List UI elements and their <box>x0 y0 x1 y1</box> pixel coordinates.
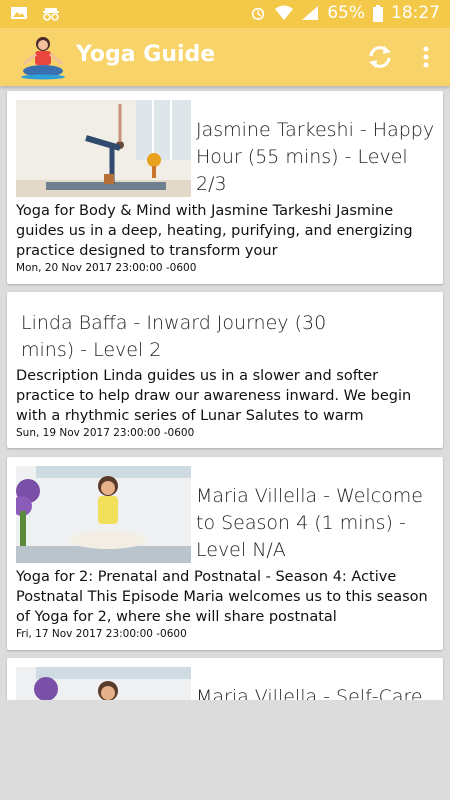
item-title[interactable]: Maria Villella - Welcome to Season 4 (1 … <box>196 483 436 564</box>
video-thumbnail[interactable] <box>16 100 191 197</box>
app-title: Yoga Guide <box>76 42 216 67</box>
list-item[interactable]: Linda Baffa - Inward Journey (30 mins) -… <box>7 292 443 448</box>
item-date: Sun, 19 Nov 2017 23:00:00 -0600 <box>16 427 195 439</box>
app-bar: Yoga Guide <box>0 28 450 86</box>
item-title[interactable]: Linda Baffa - Inward Journey (30 mins) -… <box>21 310 341 364</box>
item-date: Mon, 20 Nov 2017 23:00:00 -0600 <box>16 262 197 274</box>
yoga-logo-icon <box>21 37 65 80</box>
video-thumbnail[interactable] <box>16 466 191 563</box>
wifi-icon <box>275 5 294 20</box>
list-item[interactable]: Jasmine Tarkeshi - Happy Hour (55 mins) … <box>7 91 443 284</box>
video-thumbnail[interactable] <box>16 667 191 700</box>
battery-icon <box>373 4 383 22</box>
item-description: Yoga for Body & Mind with Jasmine Tarkes… <box>16 203 413 259</box>
item-title[interactable]: Jasmine Tarkeshi - Happy Hour (55 mins) … <box>196 117 436 198</box>
list-item[interactable]: Maria Villella - Self-Care <box>7 658 443 700</box>
item-description: Description Linda guides us in a slower … <box>16 368 412 424</box>
image-icon <box>11 7 27 19</box>
status-bar: 65% 18:27 <box>0 0 450 28</box>
item-description: Yoga for 2: Prenatal and Postnatal - Sea… <box>16 569 428 625</box>
item-date: Fri, 17 Nov 2017 23:00:00 -0600 <box>16 628 187 640</box>
battery-percent: 65% <box>327 3 365 23</box>
item-title[interactable]: Maria Villella - Self-Care <box>196 684 436 700</box>
empty-background <box>0 700 450 800</box>
alarm-icon <box>252 7 265 21</box>
refresh-icon[interactable] <box>366 43 394 71</box>
clock: 18:27 <box>391 3 440 23</box>
signal-icon <box>302 6 319 20</box>
more-vert-icon[interactable] <box>418 45 434 69</box>
video-list: Jasmine Tarkeshi - Happy Hour (55 mins) … <box>0 86 450 700</box>
list-item[interactable]: Maria Villella - Welcome to Season 4 (1 … <box>7 457 443 650</box>
spy-icon <box>43 8 59 21</box>
